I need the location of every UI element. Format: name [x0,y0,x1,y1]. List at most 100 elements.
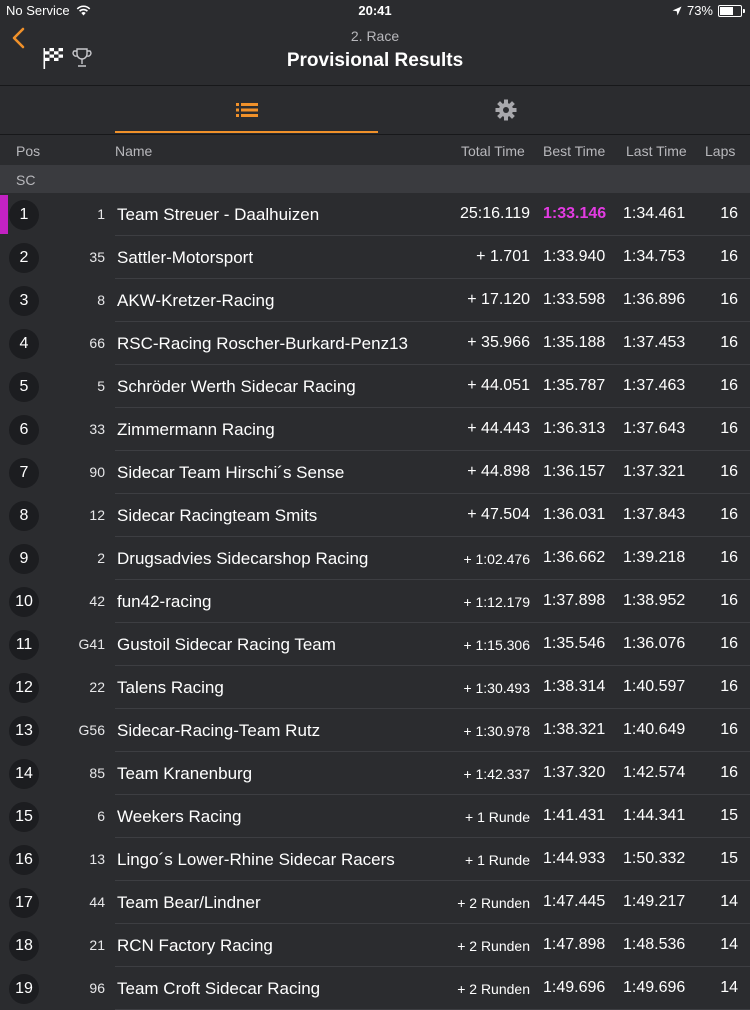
table-row[interactable]: 11 G41 Gustoil Sidecar Racing Team + 1:15.3… [0,623,750,666]
last-time: 1:50.332 [623,850,686,867]
laps-count: 16 [720,635,738,652]
session-subtitle: 2. Race [350,28,400,44]
total-time: + 35.966 [467,334,530,351]
class-label: SC [16,172,36,188]
tab-settings[interactable] [378,86,634,134]
laps-count: 16 [720,248,738,265]
last-time: 1:38.952 [623,592,686,609]
start-number: 22 [89,679,105,695]
last-time: 1:36.896 [623,291,686,308]
last-time: 1:37.643 [623,420,686,437]
col-name: Name [115,143,153,159]
table-row[interactable]: 9 2 Drugsadvies Sidecarshop Racing + 1:02.4… [0,537,750,580]
table-row[interactable]: 16 13 Lingo´s Lower-Rhine Sidecar Racers + … [0,838,750,881]
laps-count: 16 [720,334,738,351]
best-time: 1:36.031 [543,506,606,523]
team-name: Schröder Werth Sidecar Racing [117,377,356,396]
team-name: AKW-Kretzer-Racing [117,291,275,310]
tab-results-list[interactable] [115,86,378,134]
status-right: 73% [672,3,745,18]
laps-count: 14 [720,979,738,996]
last-time: 1:40.597 [623,678,686,695]
start-number: 2 [97,550,105,566]
position-badge: 3 [9,286,39,316]
col-last-time: Last Time [626,143,687,159]
position-badge: 18 [9,931,39,961]
start-number: 1 [97,206,105,222]
start-number: 13 [89,851,105,867]
total-time: + 2 Runden [457,938,530,954]
best-time: 1:37.320 [543,764,606,781]
start-number: 96 [89,980,105,996]
laps-count: 14 [720,936,738,953]
start-number: 8 [97,292,105,308]
table-row[interactable]: 8 12 Sidecar Racingteam Smits + 47.504 1:36.… [0,494,750,537]
laps-count: 16 [720,377,738,394]
table-row[interactable]: 15 6 Weekers Racing + 1 Runde 1:41.431 1:44.3… [0,795,750,838]
total-time: + 1.701 [476,248,530,265]
position-badge: 12 [9,673,39,703]
total-time: + 1:30.493 [463,680,530,696]
position-badge: 13 [9,716,39,746]
team-name: Team Streuer - Daalhuizen [117,205,320,224]
table-row[interactable]: 2 35 Sattler-Motorsport + 1.701 1:33.940 1:34… [0,236,750,279]
last-time: 1:37.453 [623,334,686,351]
table-row[interactable]: 18 21 RCN Factory Racing + 2 Runden 1:47.898… [0,924,750,967]
table-row[interactable]: 17 44 Team Bear/Lindner + 2 Runden 1:47.445 1… [0,881,750,924]
best-time: 1:37.898 [543,592,606,609]
team-name: Weekers Racing [117,807,242,826]
last-time: 1:48.536 [623,936,686,953]
best-time: 1:41.431 [543,807,606,824]
start-number: 33 [89,421,105,437]
best-time: 1:33.598 [543,291,606,308]
laps-count: 15 [720,850,738,867]
last-time: 1:34.753 [623,248,686,265]
total-time: + 17.120 [467,291,530,308]
table-row[interactable]: 12 22 Talens Racing + 1:30.493 1:38.314 1:40.… [0,666,750,709]
last-time: 1:49.696 [623,979,686,996]
table-row[interactable]: 3 8 AKW-Kretzer-Racing + 17.120 1:33.598 1:36… [0,279,750,322]
table-row[interactable]: 6 33 Zimmermann Racing + 44.443 1:36.313 1:37… [0,408,750,451]
start-number: 42 [89,593,105,609]
list-icon [235,103,258,117]
total-time: + 1:12.179 [463,594,530,610]
best-time: 1:33.940 [543,248,606,265]
total-time: + 44.898 [467,463,530,480]
last-time: 1:40.649 [623,721,686,738]
best-time: 1:49.696 [543,979,606,996]
position-badge: 10 [9,587,39,617]
results-list: 1 1 Team Streuer - Daalhuizen 25:16.119 1:33… [0,193,750,1010]
status-bar: No Service 20:41 73% [0,0,750,22]
leader-marker [0,195,8,234]
table-row[interactable]: 19 96 Team Croft Sidecar Racing + 2 Runden 1… [0,967,750,1010]
table-row[interactable]: 13 G56 Sidecar-Racing-Team Rutz + 1:30.978 1… [0,709,750,752]
position-badge: 4 [9,329,39,359]
best-time: 1:38.314 [543,678,606,695]
best-time: 1:47.898 [543,936,606,953]
position-badge: 7 [9,458,39,488]
laps-count: 16 [720,506,738,523]
start-number: G41 [78,636,105,652]
start-number: 44 [89,894,105,910]
table-row[interactable]: 1 1 Team Streuer - Daalhuizen 25:16.119 1:33… [0,193,750,236]
table-row[interactable]: 10 42 fun42-racing + 1:12.179 1:37.898 1:38.9… [0,580,750,623]
laps-count: 16 [720,592,738,609]
team-name: Team Croft Sidecar Racing [117,979,321,998]
best-time: 1:36.157 [543,463,606,480]
table-row[interactable]: 4 66 RSC-Racing Roscher-Burkard-Penz13 + 35… [0,322,750,365]
position-badge: 6 [9,415,39,445]
team-name: Sattler-Motorsport [117,248,254,267]
position-badge: 5 [9,372,39,402]
table-row[interactable]: 5 5 Schröder Werth Sidecar Racing + 44.051 1… [0,365,750,408]
team-name: Sidecar-Racing-Team Rutz [117,721,321,740]
laps-count: 16 [720,721,738,738]
best-time: 1:38.321 [543,721,606,738]
total-time: + 44.443 [467,420,530,437]
table-row[interactable]: 7 90 Sidecar Team Hirschi´s Sense + 44.898 1… [0,451,750,494]
start-number: 90 [89,464,105,480]
position-badge: 8 [9,501,39,531]
tab-active-indicator [115,131,378,133]
team-name: RCN Factory Racing [117,936,273,955]
table-row[interactable]: 14 85 Team Kranenburg + 1:42.337 1:37.320 1:4… [0,752,750,795]
battery-percent: 73% [686,3,713,18]
